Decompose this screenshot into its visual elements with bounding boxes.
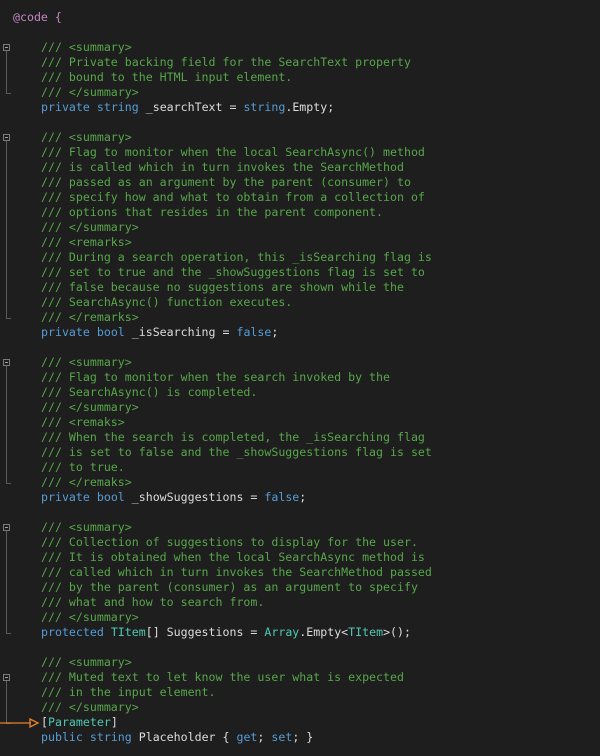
code-token: ] xyxy=(110,715,118,729)
code-text: /// options that resides in the parent c… xyxy=(41,205,384,219)
fold-end-marker xyxy=(6,483,11,484)
code-text: /// </remaks> xyxy=(41,475,132,489)
fold-toggle-icon[interactable] xyxy=(3,134,10,141)
fold-toggle-icon[interactable] xyxy=(3,359,10,366)
code-text: /// </summary> xyxy=(41,85,139,99)
code-text: @code { xyxy=(13,10,62,24)
code-token: false xyxy=(264,490,300,504)
code-token: bool xyxy=(96,325,125,339)
fold-guide-line xyxy=(6,51,7,93)
code-text: /// by the parent (consumer) as an argum… xyxy=(41,580,418,594)
code-text: private bool _showSuggestions = false; xyxy=(41,490,306,505)
code-text: /// <remarks> xyxy=(41,235,132,249)
code-token: _searchText = xyxy=(138,100,244,114)
code-token: TItem xyxy=(348,625,384,639)
code-token: bool xyxy=(96,490,125,504)
fold-toggle-icon[interactable] xyxy=(3,44,10,51)
code-text: /// </summary> xyxy=(41,400,139,414)
code-text: /// During a search operation, this _isS… xyxy=(41,250,432,264)
code-token: private xyxy=(41,325,90,339)
fold-guide-line xyxy=(6,681,7,723)
code-token: set xyxy=(271,730,293,744)
code-token: .Empty< xyxy=(299,625,349,639)
code-text: /// specify how and what to obtain from … xyxy=(41,190,425,204)
code-text: /// to true. xyxy=(41,460,125,474)
code-text: /// When the search is completed, the _i… xyxy=(41,430,425,444)
code-token: private xyxy=(41,490,90,504)
code-text: /// </summary> xyxy=(41,220,139,234)
fold-toggle-icon[interactable] xyxy=(3,674,10,681)
code-text: /// SearchAsync() is completed. xyxy=(41,385,258,399)
code-token: ; xyxy=(299,490,307,504)
code-text: /// It is obtained when the local Search… xyxy=(41,550,425,564)
code-text: /// </remarks> xyxy=(41,310,139,324)
code-text: private bool _isSearching = false; xyxy=(41,325,278,340)
code-text: [Parameter] xyxy=(41,715,118,730)
code-token: string xyxy=(89,730,132,744)
code-text: /// <summary> xyxy=(41,355,132,369)
code-token: ; } xyxy=(292,730,314,744)
code-text: /// called which in turn invokes the Sea… xyxy=(41,565,432,579)
code-text: /// what and how to search from. xyxy=(41,595,265,609)
code-text: protected TItem[] Suggestions = Array.Em… xyxy=(41,625,411,640)
code-text: /// Private backing field for the Search… xyxy=(41,55,411,69)
code-token: [] Suggestions = xyxy=(145,625,265,639)
code-text: public string Placeholder { get; set; } xyxy=(41,730,313,745)
code-token: .Empty; xyxy=(285,100,335,114)
code-text: /// <summary> xyxy=(41,655,132,669)
code-token: Array xyxy=(264,625,300,639)
fold-guide-line xyxy=(6,531,7,633)
code-text: private string _searchText = string.Empt… xyxy=(41,100,334,115)
code-text: /// in the input element. xyxy=(41,685,216,699)
code-token: [ xyxy=(41,715,48,729)
code-token: string xyxy=(96,100,139,114)
fold-guide-line xyxy=(6,366,7,483)
code-token: string xyxy=(243,100,286,114)
code-text: /// false because no suggestions are sho… xyxy=(41,280,404,294)
fold-end-marker xyxy=(6,633,11,634)
code-text: /// Muted text to let know the user what… xyxy=(41,670,404,684)
code-token: Parameter xyxy=(47,715,111,729)
code-token: _isSearching = xyxy=(124,325,237,339)
code-text: /// SearchAsync() function executes. xyxy=(41,295,293,309)
code-token: ; xyxy=(271,325,279,339)
code-text: /// </summary> xyxy=(41,700,139,714)
code-text: /// set to true and the _showSuggestions… xyxy=(41,265,425,279)
code-text: /// is set to false and the _showSuggest… xyxy=(41,445,432,459)
code-text: /// Flag to monitor when the local Searc… xyxy=(41,145,425,159)
code-text: /// bound to the HTML input element. xyxy=(41,70,293,84)
right-arrow-icon xyxy=(0,718,40,728)
code-text: /// passed as an argument by the parent … xyxy=(41,175,411,189)
code-token: public xyxy=(41,730,83,744)
code-token: >(); xyxy=(383,625,411,639)
fold-toggle-icon[interactable] xyxy=(3,524,10,531)
code-token: TItem xyxy=(110,625,146,639)
code-text: /// <remaks> xyxy=(41,415,125,429)
fold-end-marker xyxy=(6,93,11,94)
code-text: /// <summary> xyxy=(41,520,132,534)
code-token: false xyxy=(236,325,272,339)
fold-guide-line xyxy=(6,141,7,318)
code-token: get xyxy=(236,730,258,744)
code-token: _showSuggestions = xyxy=(124,490,265,504)
code-token: Placeholder { xyxy=(131,730,237,744)
code-text: /// <summary> xyxy=(41,40,132,54)
code-token: protected xyxy=(41,625,104,639)
fold-end-marker xyxy=(6,318,11,319)
code-text: /// Flag to monitor when the search invo… xyxy=(41,370,391,384)
code-token: private xyxy=(41,100,90,114)
code-text: /// <summary> xyxy=(41,130,132,144)
code-token: ; xyxy=(257,730,272,744)
code-text: /// Collection of suggestions to display… xyxy=(41,535,418,549)
code-text: /// </summary> xyxy=(41,610,139,624)
code-editor[interactable]: @code {/// <summary>/// Private backing … xyxy=(0,0,600,756)
code-text: /// is called which in turn invokes the … xyxy=(41,160,404,174)
